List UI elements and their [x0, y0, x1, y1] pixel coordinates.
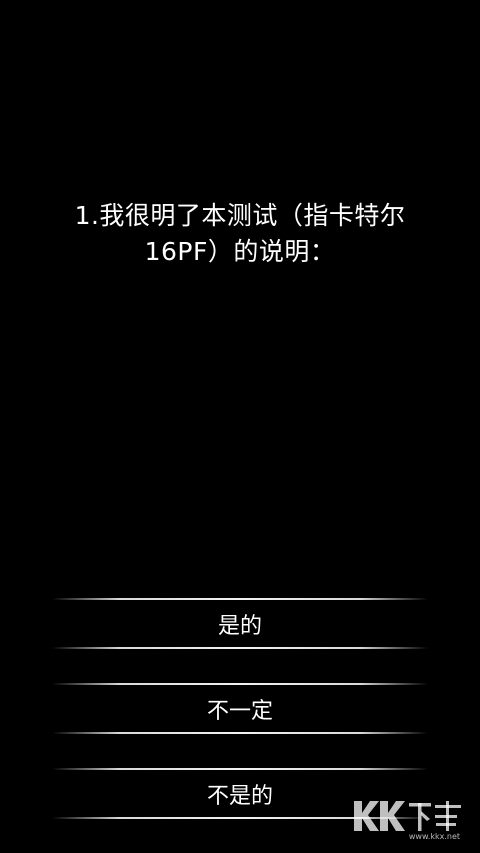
question-text: 1.我很明了本测试（指卡特尔 16PF）的说明： [40, 198, 440, 270]
answer-option-label: 不一定 [206, 698, 273, 724]
answer-option-label: 不是的 [206, 783, 273, 809]
answer-option-label: 是的 [217, 613, 262, 639]
answer-option-yes[interactable]: 是的 [52, 598, 428, 649]
answer-option-uncertain[interactable]: 不一定 [52, 683, 428, 734]
answer-option-no[interactable]: 不是的 [52, 768, 428, 819]
question-line-2: 16PF）的说明： [144, 237, 336, 266]
answer-options: 是的 不一定 不是的 [52, 598, 428, 853]
question-line-1: 1.我很明了本测试（指卡特尔 [74, 201, 406, 230]
